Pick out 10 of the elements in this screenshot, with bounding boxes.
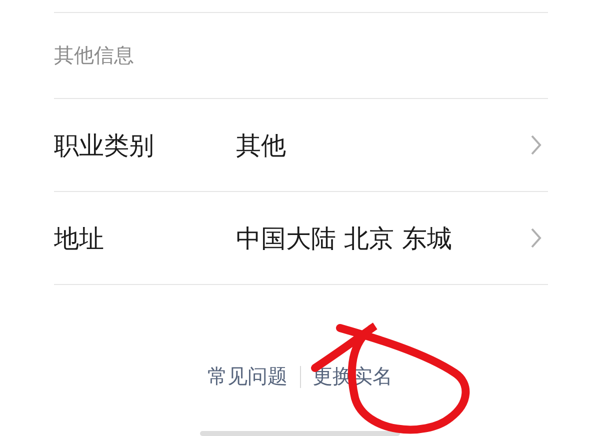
section-title: 其他信息 [54, 42, 134, 69]
row-label: 职业类别 [54, 130, 155, 162]
row-value: 中国大陆 北京 东城 [236, 222, 453, 254]
chevron-icon [530, 134, 542, 156]
row-value: 其他 [236, 130, 287, 162]
footer-link[interactable]: 常见问题 [208, 363, 288, 390]
list-row[interactable]: 地址 中国大陆 北京 东城 [54, 192, 548, 285]
list-row[interactable]: 职业类别 其他 [54, 99, 548, 192]
row-label: 地址 [54, 222, 105, 254]
chevron-icon [530, 227, 542, 249]
